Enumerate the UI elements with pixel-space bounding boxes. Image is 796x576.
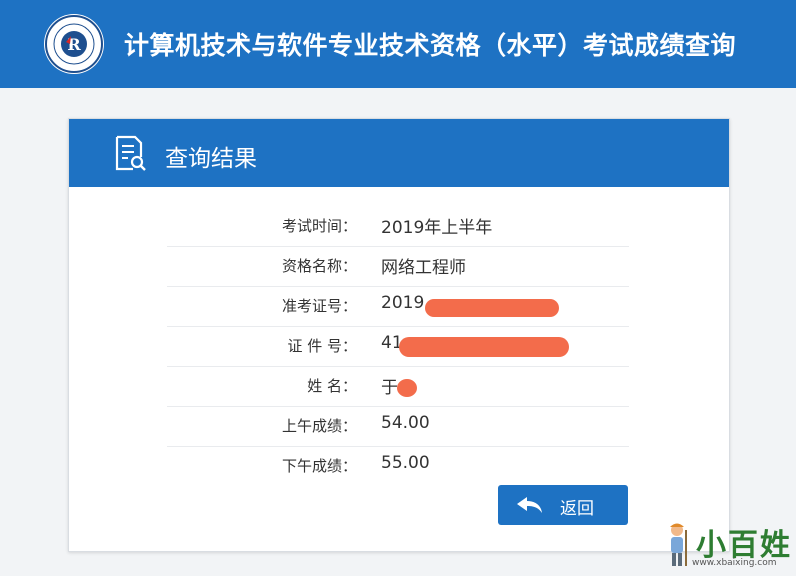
label-name: 姓 名：: [307, 377, 357, 395]
redaction-mark: [397, 379, 417, 397]
row-id-number: 证 件 号： 41: [167, 327, 629, 367]
value-exam-time: 2019年上半年: [381, 218, 493, 238]
svg-text:R: R: [67, 35, 81, 54]
row-name: 姓 名： 于: [167, 367, 629, 407]
label-exam-time: 考试时间：: [281, 217, 357, 235]
exam-logo: R: [44, 14, 104, 74]
row-exam-time: 考试时间： 2019年上半年: [167, 207, 629, 247]
back-button-label: 返回: [560, 499, 594, 519]
redaction-mark: [425, 299, 559, 317]
watermark-url: www.xbaixing.com: [692, 558, 777, 568]
value-admission-number: 2019: [381, 293, 425, 313]
document-search-icon: [113, 135, 147, 175]
page-header: R 计算机技术与软件专业技术资格（水平）考试成绩查询: [0, 0, 796, 88]
value-qualification: 网络工程师: [381, 258, 466, 278]
label-qualification: 资格名称：: [281, 257, 357, 275]
site-watermark: 小百姓 www.xbaixing.com: [664, 520, 794, 574]
row-admission-number: 准考证号： 2019: [167, 287, 629, 327]
result-panel: 查询结果 考试时间： 2019年上半年 资格名称： 网络工程师 准考证号： 20…: [68, 118, 730, 552]
value-morning-score: 54.00: [381, 413, 430, 433]
row-afternoon-score: 下午成绩： 55.00: [167, 447, 629, 486]
label-id-number: 证 件 号：: [287, 337, 357, 355]
panel-title: 查询结果: [165, 146, 257, 172]
label-afternoon-score: 下午成绩：: [281, 457, 357, 475]
back-arrow-icon: [516, 496, 544, 518]
redaction-mark: [399, 337, 569, 357]
back-button[interactable]: 返回: [498, 485, 628, 525]
row-morning-score: 上午成绩： 54.00: [167, 407, 629, 447]
label-admission-number: 准考证号：: [281, 297, 357, 315]
value-name: 于: [381, 378, 398, 398]
mascot-icon: [664, 522, 690, 574]
value-afternoon-score: 55.00: [381, 453, 430, 473]
row-qualification: 资格名称： 网络工程师: [167, 247, 629, 287]
result-list: 考试时间： 2019年上半年 资格名称： 网络工程师 准考证号： 2019 证 …: [167, 207, 629, 486]
result-panel-header: 查询结果: [69, 119, 729, 187]
site-title: 计算机技术与软件专业技术资格（水平）考试成绩查询: [124, 31, 737, 60]
label-morning-score: 上午成绩：: [281, 417, 357, 435]
